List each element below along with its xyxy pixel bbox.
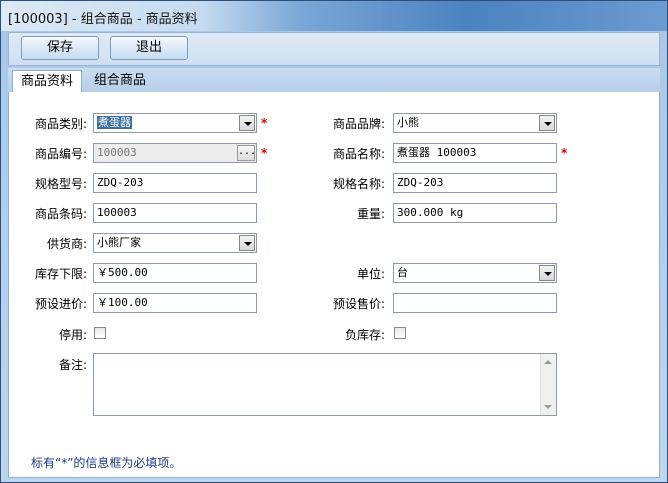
spec-name-value: ZDQ-203 xyxy=(397,176,444,189)
name-value: 煮蛋器 100003 xyxy=(397,146,477,159)
unit-value: 台 xyxy=(397,266,408,279)
stock-min-input[interactable]: ￥500.00 xyxy=(93,263,257,283)
supplier-select[interactable]: 小熊厂家 xyxy=(93,233,257,253)
purchase-price-label: 预设进价: xyxy=(34,297,87,311)
name-input[interactable]: 煮蛋器 100003 xyxy=(393,143,557,163)
product-info-panel: 商品类别: 煮蛋器 * 商品品牌: 小熊 商品编号: 100003 ... * … xyxy=(8,92,660,478)
supplier-value: 小熊厂家 xyxy=(97,236,141,249)
stock-min-label: 库存下限: xyxy=(34,267,87,281)
disabled-checkbox[interactable] xyxy=(94,327,106,339)
scroll-down-icon[interactable] xyxy=(544,405,552,409)
spec-name-input[interactable]: ZDQ-203 xyxy=(393,173,557,193)
brand-value: 小熊 xyxy=(397,116,419,129)
brand-select[interactable]: 小熊 xyxy=(393,113,557,133)
window-title: [100003] - 组合商品 - 商品资料 xyxy=(8,12,198,27)
chevron-down-icon[interactable] xyxy=(539,115,555,131)
brand-label: 商品品牌: xyxy=(332,117,385,131)
product-window: [100003] - 组合商品 - 商品资料 保存 退出 商品资料 组合商品 商… xyxy=(0,0,668,483)
purchase-price-value: ￥100.00 xyxy=(97,296,148,309)
stock-min-value: ￥500.00 xyxy=(97,266,148,279)
code-field[interactable]: 100003 ... xyxy=(93,143,257,163)
purchase-price-input[interactable]: ￥100.00 xyxy=(93,293,257,313)
save-button[interactable]: 保存 xyxy=(21,36,99,60)
weight-input[interactable]: 300.000 kg xyxy=(393,203,557,223)
chevron-down-icon[interactable] xyxy=(239,115,255,131)
tab-combo-product[interactable]: 组合商品 xyxy=(86,70,154,92)
negative-stock-label: 负库存: xyxy=(344,328,385,342)
title-bar[interactable]: [100003] - 组合商品 - 商品资料 xyxy=(1,1,667,31)
tab-strip: 商品资料 组合商品 xyxy=(8,68,660,93)
exit-button[interactable]: 退出 xyxy=(110,36,188,60)
remark-label: 备注: xyxy=(58,358,87,372)
required-note: 标有“*”的信息框为必填项。 xyxy=(31,456,182,470)
remark-scrollbar[interactable] xyxy=(540,354,556,415)
spec-name-label: 规格名称: xyxy=(332,177,385,191)
name-label: 商品名称: xyxy=(332,147,385,161)
category-select[interactable]: 煮蛋器 xyxy=(93,113,257,133)
unit-label: 单位: xyxy=(356,267,385,281)
code-label: 商品编号: xyxy=(34,147,87,161)
toolbar: 保存 退出 xyxy=(8,32,660,66)
supplier-label: 供货商: xyxy=(46,237,87,251)
sale-price-input[interactable] xyxy=(393,293,557,313)
tab-product-info[interactable]: 商品资料 xyxy=(12,70,83,93)
weight-label: 重量: xyxy=(356,207,385,221)
chevron-down-icon[interactable] xyxy=(239,235,255,251)
category-label: 商品类别: xyxy=(34,117,87,131)
category-value: 煮蛋器 xyxy=(97,116,132,129)
code-value: 100003 xyxy=(97,146,137,159)
spec-model-value: ZDQ-203 xyxy=(97,176,144,189)
spec-model-input[interactable]: ZDQ-203 xyxy=(93,173,257,193)
sale-price-label: 预设售价: xyxy=(332,297,385,311)
barcode-input[interactable]: 100003 xyxy=(93,203,257,223)
weight-value: 300.000 kg xyxy=(397,206,464,219)
scroll-up-icon[interactable] xyxy=(544,360,552,364)
required-mark: * xyxy=(561,146,568,160)
spec-model-label: 规格型号: xyxy=(34,177,87,191)
remark-textarea[interactable] xyxy=(93,353,557,416)
disabled-label: 停用: xyxy=(58,328,87,342)
unit-select[interactable]: 台 xyxy=(393,263,557,283)
negative-stock-checkbox[interactable] xyxy=(394,327,406,339)
required-mark: * xyxy=(261,146,268,160)
chevron-down-icon[interactable] xyxy=(539,265,555,281)
barcode-label: 商品条码: xyxy=(34,207,87,221)
ellipsis-button[interactable]: ... xyxy=(237,145,256,161)
barcode-value: 100003 xyxy=(97,206,137,219)
required-mark: * xyxy=(261,116,268,130)
